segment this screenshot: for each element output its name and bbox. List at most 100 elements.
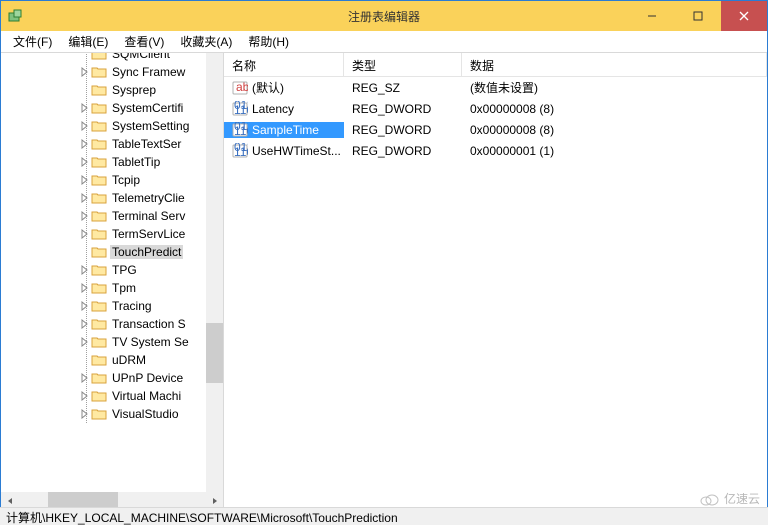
watermark-text: 亿速云 bbox=[724, 490, 760, 507]
menu-view[interactable]: 查看(V) bbox=[116, 31, 172, 52]
tree-item[interactable]: Terminal Serv bbox=[1, 207, 211, 225]
folder-icon bbox=[91, 407, 107, 421]
tree-item-label: Sync Framew bbox=[110, 65, 187, 79]
tree-item-label: TableTextSer bbox=[110, 137, 183, 151]
tree-expander-icon[interactable] bbox=[79, 265, 89, 275]
tree-expander-icon[interactable] bbox=[79, 283, 89, 293]
menu-edit[interactable]: 编辑(E) bbox=[60, 31, 116, 52]
tree-item-label: Tcpip bbox=[110, 173, 142, 187]
tree-item-label: SystemCertifi bbox=[110, 101, 185, 115]
tree-item-label: UPnP Device bbox=[110, 371, 185, 385]
tree-expander-icon[interactable] bbox=[79, 103, 89, 113]
titlebar[interactable]: 注册表编辑器 bbox=[1, 1, 767, 31]
tree-item-label: TabletTip bbox=[110, 155, 162, 169]
tree-item-label: SystemSetting bbox=[110, 119, 191, 133]
tree-expander-icon[interactable] bbox=[79, 337, 89, 347]
tree-item-label: TPG bbox=[110, 263, 139, 277]
tree-item[interactable]: TouchPredict bbox=[1, 243, 211, 261]
tree-expander-icon[interactable] bbox=[79, 157, 89, 167]
folder-icon bbox=[91, 53, 107, 61]
list-row[interactable]: 011110SampleTimeREG_DWORD0x00000008 (8) bbox=[224, 119, 767, 140]
folder-icon bbox=[91, 263, 107, 277]
tree-item-label: uDRM bbox=[110, 353, 148, 367]
svg-text:110: 110 bbox=[234, 124, 248, 138]
tree-item[interactable]: Sysprep bbox=[1, 81, 211, 99]
cell-name: ab(默认) bbox=[224, 79, 344, 96]
tree-item[interactable]: SystemCertifi bbox=[1, 99, 211, 117]
column-header-name[interactable]: 名称 bbox=[224, 53, 344, 76]
minimize-button[interactable] bbox=[629, 1, 675, 31]
tree-expander-icon[interactable] bbox=[79, 409, 89, 419]
column-header-data[interactable]: 数据 bbox=[462, 53, 767, 76]
tree-item[interactable]: Tcpip bbox=[1, 171, 211, 189]
tree-item[interactable]: TPG bbox=[1, 261, 211, 279]
folder-icon bbox=[91, 173, 107, 187]
tree-item[interactable]: Sync Framew bbox=[1, 63, 211, 81]
menu-favorites[interactable]: 收藏夹(A) bbox=[172, 31, 240, 52]
tree-expander-icon[interactable] bbox=[79, 391, 89, 401]
app-icon bbox=[7, 8, 23, 24]
tree-expander-icon[interactable] bbox=[79, 175, 89, 185]
column-header-type[interactable]: 类型 bbox=[344, 53, 462, 76]
tree-expander-icon[interactable] bbox=[79, 67, 89, 77]
tree-item-label: Tpm bbox=[110, 281, 138, 295]
tree-item-label: Virtual Machi bbox=[110, 389, 183, 403]
tree-expander-icon[interactable] bbox=[79, 229, 89, 239]
list-row[interactable]: 011110UseHWTimeSt...REG_DWORD0x00000001 … bbox=[224, 140, 767, 161]
tree-item-label: TouchPredict bbox=[110, 245, 183, 259]
tree-item-label: VisualStudio bbox=[110, 407, 181, 421]
maximize-button[interactable] bbox=[675, 1, 721, 31]
list-row[interactable]: 011110LatencyREG_DWORD0x00000008 (8) bbox=[224, 98, 767, 119]
close-button[interactable] bbox=[721, 1, 767, 31]
tree-expander-icon[interactable] bbox=[79, 301, 89, 311]
folder-icon bbox=[91, 83, 107, 97]
tree-item[interactable]: SystemSetting bbox=[1, 117, 211, 135]
tree-item[interactable]: TermServLice bbox=[1, 225, 211, 243]
scrollbar-thumb[interactable] bbox=[206, 323, 223, 383]
tree-item[interactable]: TableTextSer bbox=[1, 135, 211, 153]
tree-view[interactable]: SQMClient Sync Framew Sysprep SystemCertifi… bbox=[1, 53, 211, 423]
folder-icon bbox=[91, 155, 107, 169]
list-header: 名称 类型 数据 bbox=[224, 53, 767, 77]
svg-text:ab: ab bbox=[236, 80, 248, 94]
tree-item[interactable]: Tpm bbox=[1, 279, 211, 297]
tree-item-label: Transaction S bbox=[110, 317, 188, 331]
list-body[interactable]: ab(默认)REG_SZ(数值未设置)011110LatencyREG_DWOR… bbox=[224, 77, 767, 509]
menu-help[interactable]: 帮助(H) bbox=[240, 31, 297, 52]
cell-data: (数值未设置) bbox=[462, 79, 767, 96]
tree-item[interactable]: VisualStudio bbox=[1, 405, 211, 423]
tree-item[interactable]: TV System Se bbox=[1, 333, 211, 351]
tree-item[interactable]: UPnP Device bbox=[1, 369, 211, 387]
tree-item-label: TermServLice bbox=[110, 227, 187, 241]
folder-icon bbox=[91, 191, 107, 205]
folder-icon bbox=[91, 227, 107, 241]
tree-item[interactable]: uDRM bbox=[1, 351, 211, 369]
tree-item[interactable]: Tracing bbox=[1, 297, 211, 315]
tree-expander-icon[interactable] bbox=[79, 211, 89, 221]
folder-icon bbox=[91, 371, 107, 385]
tree-expander-icon[interactable] bbox=[79, 319, 89, 329]
registry-editor-window: 注册表编辑器 文件(F) 编辑(E) 查看(V) 收藏夹(A) 帮助(H) SQ… bbox=[0, 0, 768, 510]
tree-expander-icon[interactable] bbox=[79, 139, 89, 149]
tree-item-label: SQMClient bbox=[110, 53, 172, 61]
folder-icon bbox=[91, 119, 107, 133]
folder-icon bbox=[91, 281, 107, 295]
tree-item[interactable]: Virtual Machi bbox=[1, 387, 211, 405]
tree-item[interactable]: TabletTip bbox=[1, 153, 211, 171]
tree-item[interactable]: TelemetryClie bbox=[1, 189, 211, 207]
folder-icon bbox=[91, 299, 107, 313]
tree-item[interactable]: SQMClient bbox=[1, 53, 211, 63]
tree-item[interactable]: Transaction S bbox=[1, 315, 211, 333]
list-row[interactable]: ab(默认)REG_SZ(数值未设置) bbox=[224, 77, 767, 98]
folder-icon bbox=[91, 317, 107, 331]
tree-vertical-scrollbar[interactable] bbox=[206, 53, 223, 492]
tree-expander-icon[interactable] bbox=[79, 121, 89, 131]
window-title: 注册表编辑器 bbox=[348, 8, 420, 25]
binary-value-icon: 011110 bbox=[232, 143, 248, 159]
tree-item-label: TelemetryClie bbox=[110, 191, 187, 205]
menu-file[interactable]: 文件(F) bbox=[5, 31, 60, 52]
tree-pane: SQMClient Sync Framew Sysprep SystemCertifi… bbox=[1, 53, 224, 509]
menubar: 文件(F) 编辑(E) 查看(V) 收藏夹(A) 帮助(H) bbox=[1, 31, 767, 53]
tree-expander-icon[interactable] bbox=[79, 373, 89, 383]
tree-expander-icon[interactable] bbox=[79, 193, 89, 203]
